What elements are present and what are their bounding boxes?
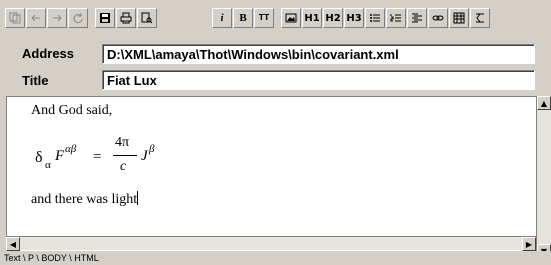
heading1-button[interactable]: H1 xyxy=(302,8,322,28)
math-icon[interactable] xyxy=(470,8,490,28)
fraction-denominator: c xyxy=(120,159,127,174)
paragraph-2[interactable]: and there was light xyxy=(31,191,139,208)
status-bar: Text \ P \ BODY \ HTML xyxy=(0,251,551,265)
heading2-button[interactable]: H2 xyxy=(323,8,343,28)
italic-button[interactable]: i xyxy=(212,8,232,28)
fraction-numerator: 4π xyxy=(115,135,130,150)
address-label: Address xyxy=(22,46,75,61)
typewriter-button[interactable]: TT xyxy=(254,8,274,28)
equals-sign: = xyxy=(93,149,102,165)
delta-symbol: δ xyxy=(35,149,43,166)
table-icon[interactable] xyxy=(449,8,469,28)
print-icon[interactable] xyxy=(116,8,136,28)
beta-superscript: β xyxy=(149,143,155,155)
fraction-bar xyxy=(113,155,137,156)
scroll-right-icon[interactable]: ▶ xyxy=(522,237,536,251)
image-icon[interactable] xyxy=(281,8,301,28)
horizontal-scrollbar[interactable]: ◀ ▶ xyxy=(6,236,536,251)
reload-icon[interactable] xyxy=(68,8,88,28)
save-icon[interactable] xyxy=(95,8,115,28)
scroll-left-icon[interactable]: ◀ xyxy=(6,237,20,251)
paragraph-2-text: and there was light xyxy=(31,192,138,207)
bold-button[interactable]: B xyxy=(233,8,253,28)
alpha-beta-superscript: αβ xyxy=(65,143,77,155)
j-variable: J xyxy=(141,148,148,164)
vertical-scrollbar[interactable]: ▲ ▼ xyxy=(536,96,551,258)
alpha-subscript: α xyxy=(45,159,51,171)
text-caret xyxy=(137,191,139,205)
definition-list-icon[interactable] xyxy=(407,8,427,28)
numbered-list-icon[interactable] xyxy=(386,8,406,28)
address-input[interactable]: D:\XML\amaya\Thot\Windows\bin\covariant.… xyxy=(102,44,535,64)
link-icon[interactable] xyxy=(428,8,448,28)
toolbar: i B TT H1 H2 H3 xyxy=(0,0,551,40)
document-view[interactable]: And God said, δ α F αβ = 4π c J β and th… xyxy=(6,96,542,258)
paragraph-1[interactable]: And God said, xyxy=(31,103,112,119)
forward-icon[interactable] xyxy=(47,8,67,28)
heading3-button[interactable]: H3 xyxy=(344,8,364,28)
copy-icon[interactable] xyxy=(5,8,25,28)
bullet-list-icon[interactable] xyxy=(365,8,385,28)
title-input[interactable]: Fiat Lux xyxy=(102,70,535,90)
f-variable: F xyxy=(55,148,65,164)
back-icon[interactable] xyxy=(26,8,46,28)
find-icon[interactable] xyxy=(137,8,157,28)
equation[interactable]: δ α F αβ = 4π c J β xyxy=(31,135,161,185)
title-label: Title xyxy=(22,73,49,88)
scroll-up-icon[interactable]: ▲ xyxy=(537,96,551,110)
